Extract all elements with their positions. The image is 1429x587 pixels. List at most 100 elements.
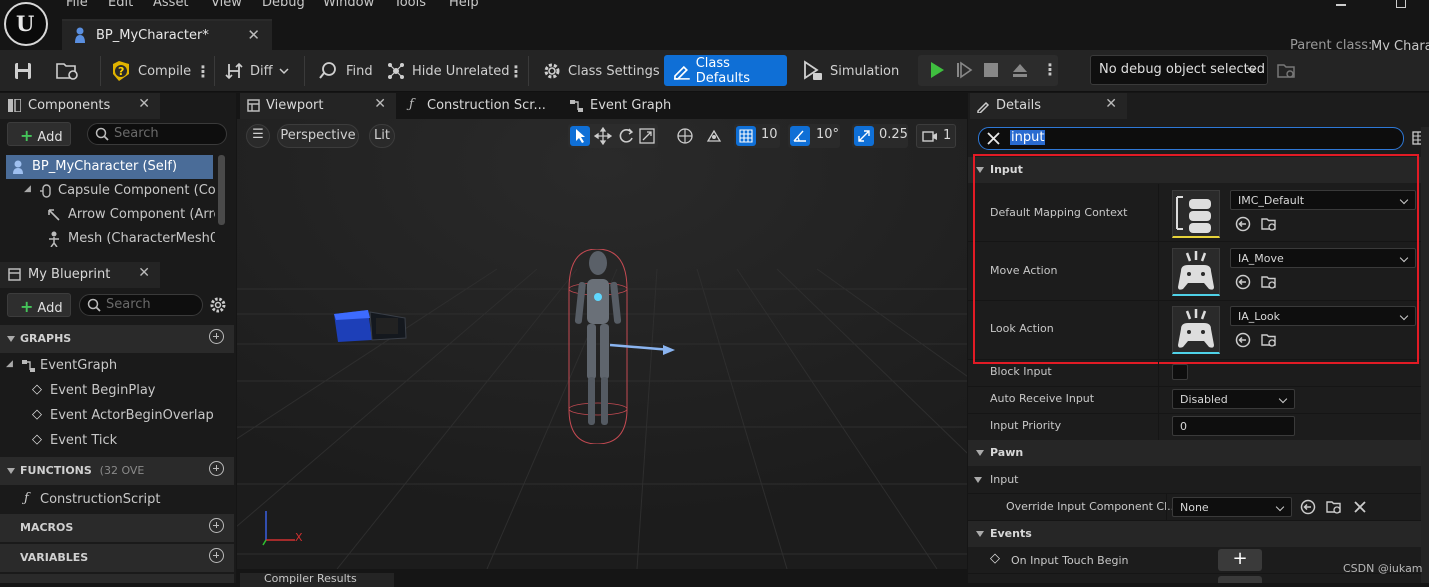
rotation-snap-toggle[interactable]: 10° [788, 124, 840, 148]
move-action-thumbnail[interactable] [1172, 248, 1220, 296]
macros-section[interactable]: MACROS [0, 514, 234, 542]
select-icon[interactable] [570, 126, 590, 146]
eject-icon[interactable] [1011, 61, 1029, 79]
add-graph-icon[interactable] [209, 329, 224, 344]
scale-icon[interactable] [638, 127, 656, 145]
viewport[interactable]: ☰ Perspective Lit 10 10° 0.25 1 X [237, 119, 967, 569]
lit-button[interactable]: Lit [369, 124, 395, 148]
unreal-logo[interactable]: U [4, 2, 48, 46]
class-defaults-button[interactable]: Class Defaults [664, 55, 787, 86]
move-action-dropdown[interactable]: IA_Move [1230, 248, 1416, 268]
document-tab[interactable]: BP_MyCharacter* ✕ [62, 19, 272, 51]
my-blueprint-tab[interactable]: My Blueprint ✕ [0, 262, 160, 288]
pawn-input-subsection[interactable]: Input [968, 467, 1429, 494]
add-macro-icon[interactable] [209, 518, 224, 533]
input-priority-field[interactable]: 0 [1172, 416, 1295, 436]
construction-script-item[interactable]: ƒ ConstructionScript [22, 488, 232, 512]
play-options-button[interactable]: ⋮ [1042, 60, 1058, 79]
menu-view[interactable]: View [211, 0, 242, 10]
mapping-context-thumbnail[interactable] [1172, 190, 1220, 238]
compile-button[interactable]: ? Compile [110, 56, 191, 86]
rotate-icon[interactable] [617, 127, 635, 145]
component-arrow[interactable]: Arrow Component (Arrow) [44, 203, 215, 227]
menu-help[interactable]: Help [449, 0, 479, 10]
close-tab-icon[interactable]: ✕ [247, 26, 260, 44]
override-input-dropdown[interactable]: None [1172, 497, 1292, 517]
construction-script-tab[interactable]: ƒ Construction Scr... [409, 93, 555, 119]
find-button[interactable]: Find [318, 56, 373, 86]
clear-icon[interactable] [1352, 499, 1368, 515]
play-icon[interactable] [928, 61, 946, 79]
details-scrollbar[interactable] [1421, 127, 1429, 583]
menu-file[interactable]: File [66, 0, 88, 10]
hide-unrelated-button[interactable]: Hide Unrelated [386, 56, 510, 86]
save-button[interactable] [14, 56, 38, 86]
mapping-context-dropdown[interactable]: IMC_Default [1230, 190, 1416, 210]
variables-section[interactable]: VARIABLES [0, 544, 234, 572]
browse-button[interactable] [56, 56, 86, 86]
close-icon[interactable]: ✕ [138, 96, 150, 112]
minimize-icon[interactable] [1336, 4, 1346, 6]
use-selected-icon[interactable] [1235, 332, 1251, 348]
debug-object-dropdown[interactable]: No debug object selected [1090, 55, 1268, 85]
components-scrollbar[interactable] [218, 155, 225, 225]
surface-snap-icon[interactable] [705, 127, 723, 145]
menu-asset[interactable]: Asset [153, 0, 189, 10]
stop-icon[interactable] [984, 63, 998, 77]
viewport-menu-button[interactable]: ☰ [246, 124, 270, 148]
add-event-button[interactable]: + [1218, 549, 1262, 571]
auto-receive-input-dropdown[interactable]: Disabled [1172, 389, 1295, 409]
browse-asset-icon[interactable] [1326, 499, 1342, 515]
use-selected-icon[interactable] [1235, 216, 1251, 232]
component-self[interactable]: BP_MyCharacter (Self) [6, 155, 213, 179]
camera-speed-button[interactable]: 1 [916, 124, 956, 148]
add-variable-icon[interactable] [209, 548, 224, 563]
graphs-section[interactable]: GRAPHS [0, 325, 234, 353]
debug-browse-icon[interactable] [1277, 62, 1295, 80]
expand-arrow-icon[interactable]: ◢ [24, 184, 31, 194]
event-beginplay-item[interactable]: ◇ Event BeginPlay [32, 379, 232, 403]
viewport-tab[interactable]: Viewport ✕ [240, 93, 396, 119]
browse-asset-icon[interactable] [1261, 274, 1277, 290]
add-event-button-next[interactable] [1218, 576, 1262, 583]
simulation-button[interactable]: Simulation [802, 56, 899, 86]
clear-search-icon[interactable] [987, 132, 1000, 145]
skip-icon[interactable] [956, 61, 974, 79]
close-icon[interactable]: ✕ [1105, 96, 1117, 112]
details-section-events[interactable]: Events [968, 521, 1429, 547]
expand-arrow-icon[interactable] [974, 477, 982, 483]
event-actorbeginoverlap-item[interactable]: ◇ Event ActorBeginOverlap [32, 404, 232, 428]
character-mesh[interactable] [557, 249, 687, 444]
details-section-input[interactable]: Input [968, 157, 1429, 183]
details-tab[interactable]: Details ✕ [970, 93, 1127, 119]
diff-button[interactable]: Diff [224, 56, 296, 86]
camera-actor-icon[interactable] [330, 304, 410, 349]
menu-debug[interactable]: Debug [262, 0, 305, 10]
add-member-button[interactable]: + Add [7, 293, 71, 317]
event-graph-item[interactable]: ◢ EventGraph [4, 354, 230, 378]
browse-asset-icon[interactable] [1261, 332, 1277, 348]
close-icon[interactable]: ✕ [138, 265, 150, 281]
block-input-checkbox[interactable] [1172, 364, 1188, 380]
component-capsule[interactable]: ◢ Capsule Component (CollisionCylinder) [22, 179, 215, 203]
grid-snap-toggle[interactable]: 10 [734, 124, 780, 148]
menu-window[interactable]: Window [323, 0, 374, 10]
use-selected-icon[interactable] [1235, 274, 1251, 290]
translate-icon[interactable] [594, 127, 612, 145]
components-tab[interactable]: Components ✕ [0, 93, 160, 119]
hide-unrelated-options-button[interactable]: ⋮ [508, 56, 524, 86]
class-settings-button[interactable]: Class Settings [542, 56, 660, 86]
menu-edit[interactable]: Edit [108, 0, 133, 10]
event-graph-tab[interactable]: Event Graph [569, 93, 709, 119]
add-function-icon[interactable] [209, 461, 224, 476]
world-local-icon[interactable] [676, 127, 694, 145]
details-section-pawn[interactable]: Pawn [968, 440, 1429, 466]
blueprint-search-input[interactable]: Search [79, 294, 203, 316]
compile-options-button[interactable]: ⋮ [195, 56, 211, 86]
look-action-dropdown[interactable]: IA_Look [1230, 306, 1416, 326]
close-icon[interactable]: ✕ [374, 96, 386, 112]
compiler-results-tab-header[interactable]: Compiler Results [240, 572, 394, 587]
perspective-button[interactable]: Perspective [277, 124, 359, 148]
event-tick-item[interactable]: ◇ Event Tick [32, 429, 232, 453]
details-search-input[interactable]: input [978, 127, 1404, 150]
